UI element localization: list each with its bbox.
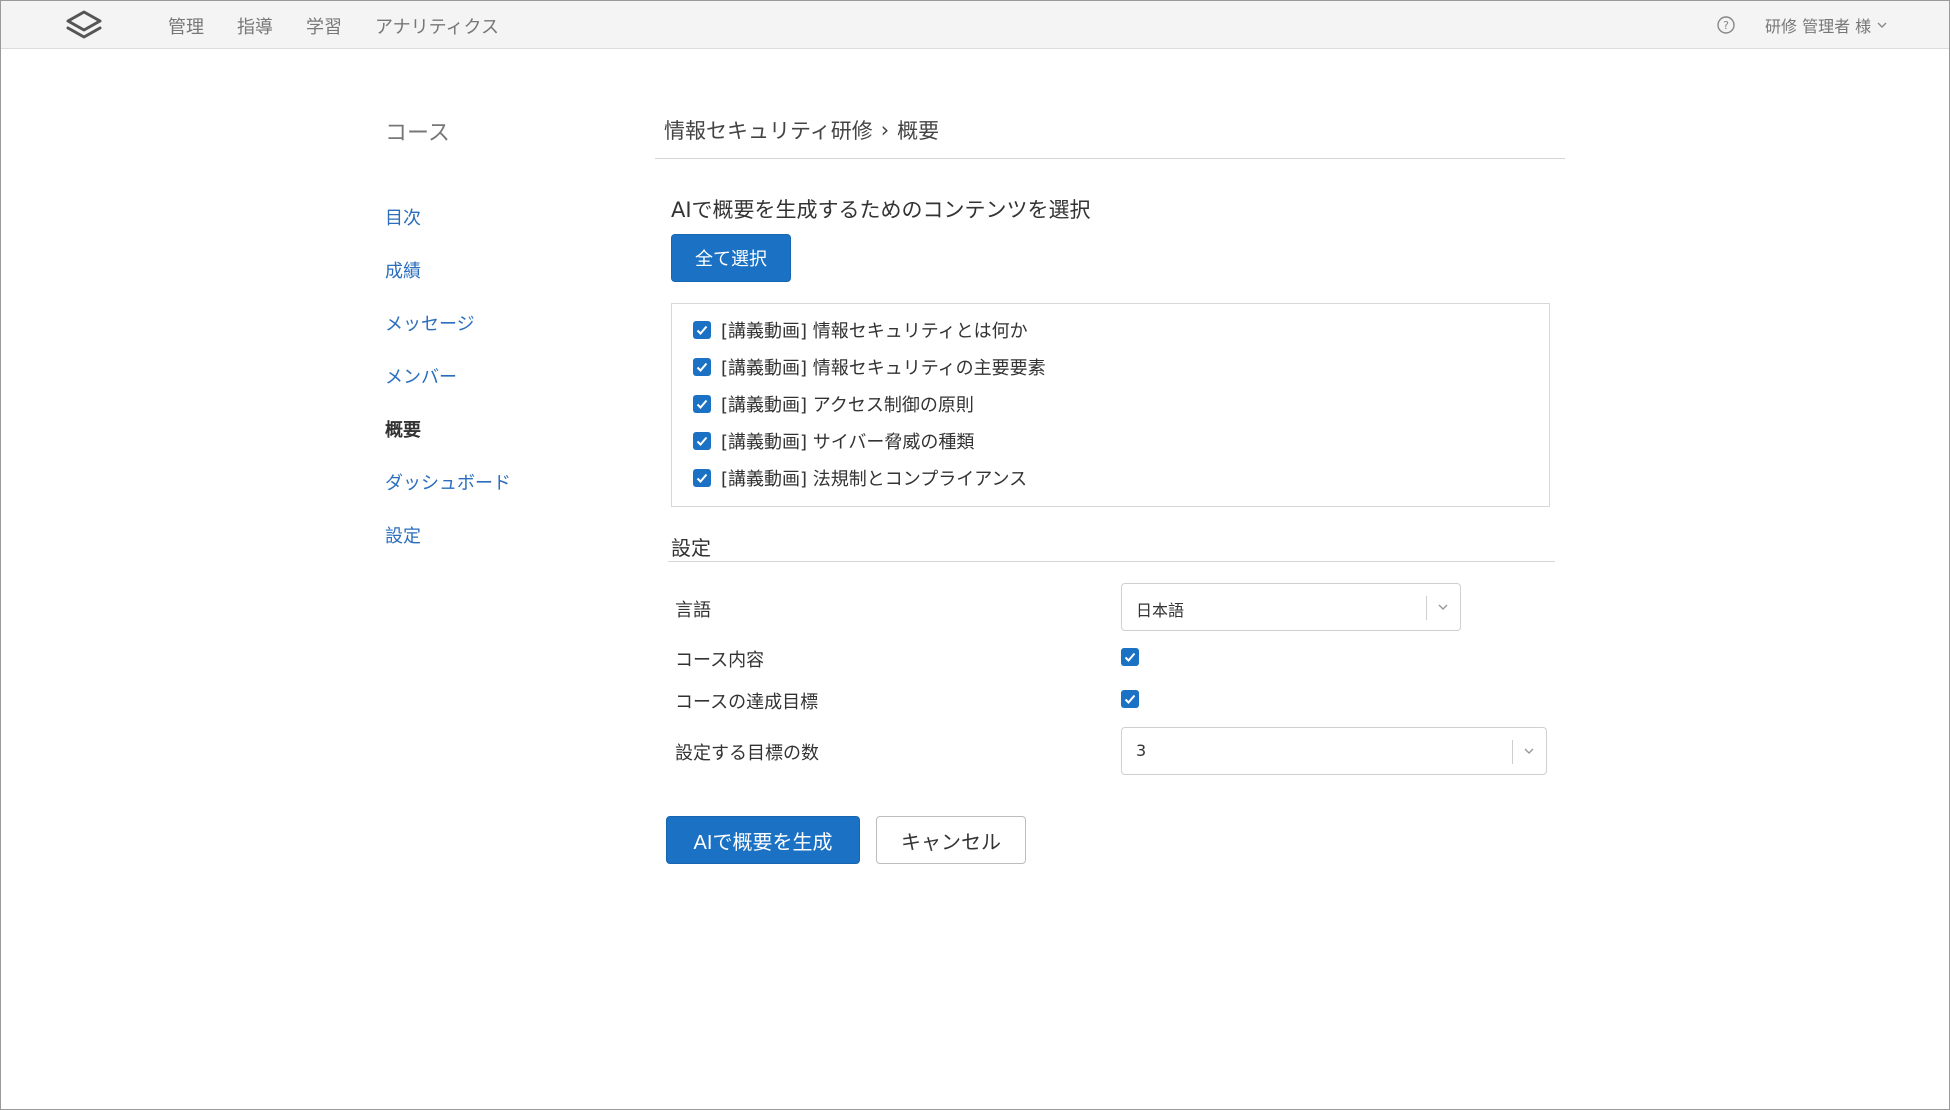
course-goals-label: コースの達成目標 xyxy=(675,692,819,713)
sidebar-item-grades[interactable]: 成績 xyxy=(385,257,421,283)
sidebar-item-settings[interactable]: 設定 xyxy=(385,522,421,548)
nav-item-learning[interactable]: 学習 xyxy=(306,13,342,39)
sidebar-item-members[interactable]: メンバー xyxy=(385,363,457,389)
nav-item-instruction[interactable]: 指導 xyxy=(237,13,273,39)
course-goals-checkbox[interactable] xyxy=(1121,690,1139,708)
content-item-label: [講義動画] サイバー脅威の種類 xyxy=(721,432,975,453)
list-item: [講義動画] 情報セキュリティの主要要素 xyxy=(693,354,1046,380)
sidebar-item-overview[interactable]: 概要 xyxy=(385,416,421,442)
checkmark-icon xyxy=(696,362,708,372)
list-item: [講義動画] サイバー脅威の種類 xyxy=(693,428,974,454)
sidebar-item-messages[interactable]: メッセージ xyxy=(385,310,475,336)
select-separator xyxy=(1426,596,1427,620)
checkmark-icon xyxy=(696,436,708,446)
sidebar-item-toc[interactable]: 目次 xyxy=(385,204,421,230)
content-select-heading: AIで概要を生成するためのコンテンツを選択 xyxy=(671,198,1091,222)
content-checkbox[interactable] xyxy=(693,469,711,487)
settings-title: 設定 xyxy=(671,536,711,560)
content-item-label: [講義動画] 法規制とコンプライアンス xyxy=(721,469,1028,490)
sidebar-item-dashboard[interactable]: ダッシュボード xyxy=(385,469,511,495)
course-content-checkbox[interactable] xyxy=(1121,648,1139,666)
goal-count-select[interactable]: 3 xyxy=(1121,727,1547,775)
sidebar-title: コース xyxy=(385,121,450,146)
app-frame xyxy=(0,0,1950,1110)
checkmark-icon xyxy=(1124,652,1136,662)
svg-text:?: ? xyxy=(1723,19,1729,32)
checkmark-icon xyxy=(696,473,708,483)
list-item: [講義動画] アクセス制御の原則 xyxy=(693,391,974,417)
goal-count-select-value: 3 xyxy=(1136,741,1147,760)
content-checkbox[interactable] xyxy=(693,321,711,339)
goal-count-label: 設定する目標の数 xyxy=(675,743,819,764)
nav-item-analytics[interactable]: アナリティクス xyxy=(375,13,499,39)
user-name: 研修 管理者 様 xyxy=(1765,17,1872,36)
list-item: [講義動画] 情報セキュリティとは何か xyxy=(693,317,1028,343)
content-item-label: [講義動画] 情報セキュリティの主要要素 xyxy=(721,358,1046,379)
settings-divider xyxy=(668,561,1555,562)
header-divider xyxy=(655,158,1565,159)
chevron-down-icon xyxy=(1438,604,1448,610)
content-item-label: [講義動画] 情報セキュリティとは何か xyxy=(721,321,1028,342)
content-checkbox[interactable] xyxy=(693,432,711,450)
select-all-button[interactable]: 全て選択 xyxy=(671,234,791,282)
breadcrumb-course[interactable]: 情報セキュリティ研修 xyxy=(664,115,873,145)
cancel-button[interactable]: キャンセル xyxy=(876,816,1026,864)
top-navigation-bar: 管理 指導 学習 アナリティクス ? 研修 管理者 様 xyxy=(1,1,1949,49)
nav-item-admin[interactable]: 管理 xyxy=(168,13,204,39)
checkmark-icon xyxy=(1124,694,1136,704)
generate-overview-button[interactable]: AIで概要を生成 xyxy=(666,816,860,864)
course-content-label: コース内容 xyxy=(675,650,765,671)
chevron-down-icon xyxy=(1877,22,1887,28)
breadcrumb: 情報セキュリティ研修 › 概要 xyxy=(664,115,939,145)
select-separator xyxy=(1512,740,1513,764)
content-item-label: [講義動画] アクセス制御の原則 xyxy=(721,395,974,416)
language-select[interactable]: 日本語 xyxy=(1121,583,1461,631)
breadcrumb-separator: › xyxy=(880,118,890,142)
question-circle-icon[interactable]: ? xyxy=(1716,15,1736,35)
chevron-down-icon xyxy=(1524,748,1534,754)
checkmark-icon xyxy=(696,325,708,335)
language-select-value: 日本語 xyxy=(1136,601,1185,620)
list-item: [講義動画] 法規制とコンプライアンス xyxy=(693,465,1027,491)
user-menu[interactable]: 研修 管理者 様 xyxy=(1765,13,1889,37)
layers-logo-icon[interactable] xyxy=(63,9,105,43)
content-checkbox[interactable] xyxy=(693,358,711,376)
content-list: [講義動画] 情報セキュリティとは何か [講義動画] 情報セキュリティの主要要素… xyxy=(671,303,1550,507)
breadcrumb-current: 概要 xyxy=(897,119,940,143)
language-label: 言語 xyxy=(675,600,711,621)
checkmark-icon xyxy=(696,399,708,409)
content-checkbox[interactable] xyxy=(693,395,711,413)
